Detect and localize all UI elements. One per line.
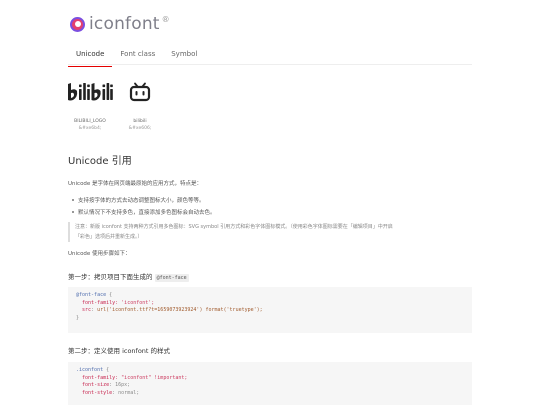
- code-line: font-size: 16px;: [82, 382, 131, 389]
- tab-divider: [68, 64, 472, 65]
- list-item: 默认情况下不支持多色，直接添加多色图标会自动去色。: [72, 208, 216, 216]
- intro-text: Unicode 是字体在网页端最原始的应用方式，特点是：: [68, 181, 203, 187]
- code-line: }: [76, 314, 80, 321]
- iconfont-logo[interactable]: iconfont ®: [70, 14, 170, 34]
- code-line: src: url('iconfont.ttf?t=1659073923924')…: [82, 307, 263, 314]
- code-block-iconfont-class[interactable]: .iconfont { font-family: "iconfont" !imp…: [68, 362, 472, 405]
- logo-text: iconfont: [89, 14, 160, 34]
- bullet-icon: [72, 211, 74, 213]
- code-block-font-face[interactable]: @font-face { font-family: 'iconfont'; sr…: [68, 287, 472, 333]
- bilibili-logo-icon: [62, 78, 118, 106]
- bullet-icon: [72, 199, 74, 201]
- icon-code: &#xe6b4;: [78, 125, 102, 131]
- list-item-text: 默认情况下不支持多色，直接添加多色图标会自动去色。: [78, 210, 216, 216]
- icon-code: &#xe606;: [128, 125, 152, 131]
- code-line: font-family: 'iconfont';: [82, 299, 155, 306]
- step-2-heading: 第二步：定义使用 iconfont 的样式: [68, 347, 171, 355]
- code-line: font-family: "iconfont" !important;: [82, 374, 188, 381]
- icon-name: bilibili: [133, 119, 147, 124]
- list-item-text: 支持按字体的方式去动态调整图标大小，颜色等等。: [78, 198, 205, 204]
- icon-item-bilibili-logo[interactable]: BILIBILI_LOGO &#xe6b4;: [62, 78, 118, 131]
- section-title: Unicode 引用: [68, 156, 132, 167]
- logo-registered-mark: ®: [161, 15, 170, 24]
- icon-name: BILIBILI_LOGO: [74, 119, 106, 124]
- code-line: font-style: normal;: [82, 389, 140, 396]
- bilibili-tv-icon: [112, 78, 168, 106]
- usage-text: Unicode 使用步骤如下：: [68, 251, 131, 257]
- list-item: 支持按字体的方式去动态调整图标大小，颜色等等。: [72, 196, 205, 204]
- code-line: @font-face {: [76, 292, 113, 298]
- icon-item-bilibili[interactable]: bilibili &#xe606;: [112, 78, 168, 131]
- step-1-code-label: @font-face: [154, 274, 189, 282]
- step-1-heading: 第一步：拷贝项目下面生成的 @font-face: [68, 271, 189, 282]
- iconfont-logo-icon: [70, 16, 85, 32]
- note-blockquote: 注意：新版 iconfont 支持两种方式引用多色图标：SVG symbol 引…: [68, 222, 398, 242]
- step-1-title: 第一步：拷贝项目下面生成的: [68, 273, 153, 281]
- code-line: .iconfont {: [76, 367, 110, 373]
